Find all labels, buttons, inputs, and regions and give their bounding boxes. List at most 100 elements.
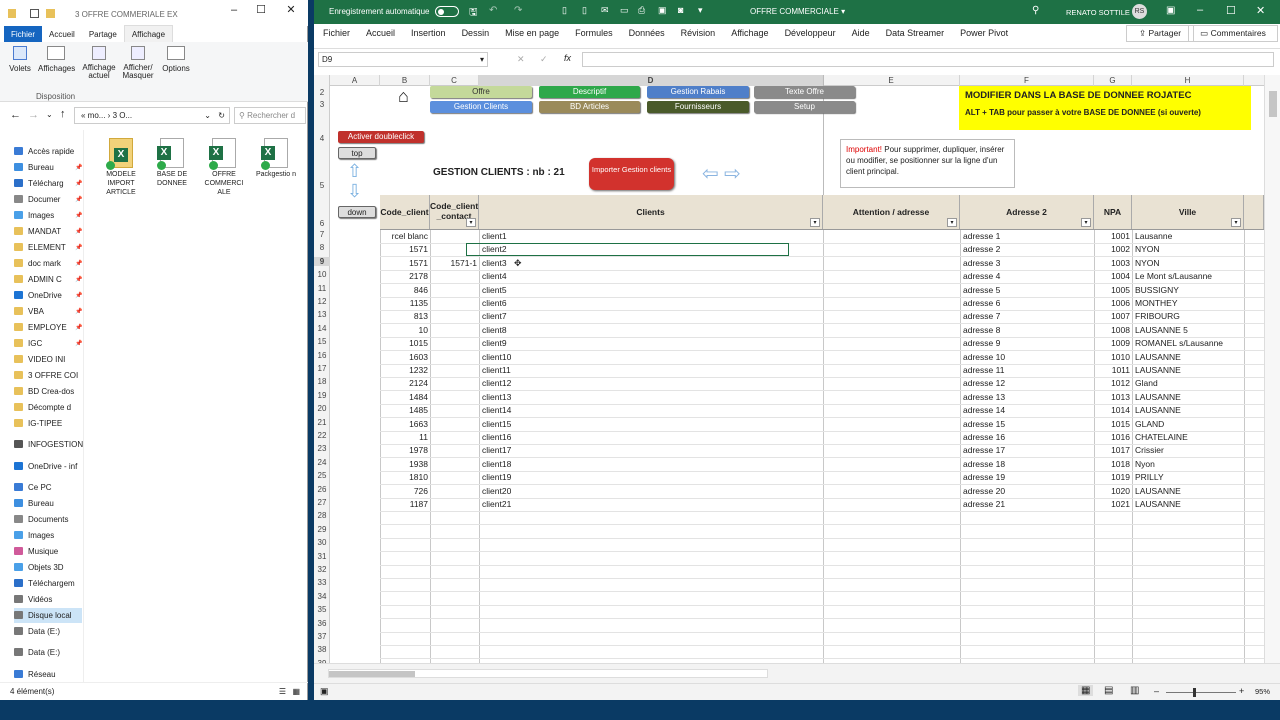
cell-attention[interactable] <box>823 418 960 431</box>
cell-adresse2[interactable]: adresse 21 <box>961 498 1093 511</box>
row-header[interactable]: 22 <box>314 431 330 440</box>
cell-ville[interactable]: Lausanne <box>1133 230 1243 243</box>
email-icon[interactable]: ✉ <box>601 5 609 16</box>
page-layout-icon[interactable]: ▤ <box>1104 685 1113 696</box>
cell-ville[interactable]: LAUSANNE <box>1133 364 1243 377</box>
nav-item[interactable]: Télécharg <box>14 176 84 191</box>
cell-npa[interactable]: 1008 <box>1094 324 1132 337</box>
cell-code-contact[interactable] <box>430 404 479 417</box>
cell-code-contact[interactable] <box>430 351 479 364</box>
row-header[interactable]: 9 <box>314 256 330 266</box>
cell-code-client[interactable]: 1485 <box>380 404 430 417</box>
cell-npa[interactable]: 1007 <box>1094 310 1132 323</box>
row-header[interactable]: 20 <box>314 404 330 413</box>
filter-dropdown-icon[interactable]: ▾ <box>466 218 476 227</box>
row-header[interactable]: 14 <box>314 324 330 333</box>
top-button[interactable]: top <box>338 147 376 159</box>
avatar[interactable]: RS <box>1132 4 1147 19</box>
chevron-down-icon[interactable]: ▾ <box>480 53 484 66</box>
pin-icon[interactable]: 📌 <box>75 164 82 171</box>
cell-client[interactable]: client5 <box>480 284 820 297</box>
cell-npa[interactable]: 1017 <box>1094 444 1132 457</box>
nav-item[interactable]: MANDAT <box>14 224 84 239</box>
cell-client[interactable]: client20 <box>480 485 820 498</box>
pin-icon[interactable]: 📌 <box>75 340 82 347</box>
minimize-icon[interactable]: – <box>1197 4 1203 16</box>
nav-item[interactable]: Data (E:) <box>14 645 84 660</box>
cell-adresse2[interactable]: adresse 4 <box>961 270 1093 283</box>
cell-code-client[interactable]: 813 <box>380 310 430 323</box>
row-header[interactable]: 12 <box>314 297 330 306</box>
column-header-e[interactable]: E <box>823 75 960 86</box>
nav-button-texte-offre[interactable]: Texte Offre <box>754 86 855 98</box>
nav-item[interactable]: Images <box>14 208 84 223</box>
cell-adresse2[interactable]: adresse 17 <box>961 444 1093 457</box>
cell-attention[interactable] <box>823 297 960 310</box>
cell-adresse2[interactable]: adresse 10 <box>961 351 1093 364</box>
nav-item[interactable]: Images <box>14 528 84 543</box>
file-item[interactable]: X Packgestio n <box>255 138 297 179</box>
cell-npa[interactable]: 1002 <box>1094 243 1132 256</box>
pin-icon[interactable]: 📌 <box>75 228 82 235</box>
details-view-icon[interactable]: ☰ <box>279 683 286 701</box>
maximize-icon[interactable]: ☐ <box>254 3 268 17</box>
cell-npa[interactable]: 1013 <box>1094 391 1132 404</box>
cell-client[interactable]: client8 <box>480 324 820 337</box>
cell-npa[interactable]: 1021 <box>1094 498 1132 511</box>
cell-ville[interactable]: LAUSANNE <box>1133 351 1243 364</box>
row-header[interactable]: 34 <box>314 592 330 601</box>
filter-dropdown-icon[interactable]: ▾ <box>810 218 820 227</box>
nav-item[interactable]: Bureau <box>14 496 84 511</box>
nav-button-bd-articles[interactable]: BD Articles <box>539 101 640 113</box>
nav-item[interactable]: Vidéos <box>14 592 84 607</box>
row-header[interactable]: 31 <box>314 552 330 561</box>
column-header-h[interactable]: H <box>1132 75 1244 86</box>
cell-attention[interactable] <box>823 243 960 256</box>
arrow-right-icon[interactable]: ⇨ <box>724 164 741 184</box>
cell-ville[interactable]: GLAND <box>1133 418 1243 431</box>
options-button[interactable]: Options <box>160 46 192 73</box>
cell-adresse2[interactable]: adresse 11 <box>961 364 1093 377</box>
pin-icon[interactable]: 📌 <box>75 324 82 331</box>
cell-client[interactable]: client17 <box>480 444 820 457</box>
cell-code-client[interactable]: 1810 <box>380 471 430 484</box>
cell-code-contact[interactable] <box>430 485 479 498</box>
cell-npa[interactable]: 1015 <box>1094 418 1132 431</box>
excel-titlebar[interactable]: Enregistrement automatique 🖫 ↶ ↷ ▯ ▯ ✉ ▭… <box>314 0 1280 24</box>
row-header[interactable]: 25 <box>314 471 330 480</box>
arrow-down-icon[interactable]: ⇩ <box>347 181 362 202</box>
cell-ville[interactable]: BUSSIGNY <box>1133 284 1243 297</box>
zoom-slider[interactable] <box>1166 688 1236 697</box>
cell-ville[interactable]: LAUSANNE <box>1133 485 1243 498</box>
row-header[interactable]: 7 <box>314 230 330 239</box>
cell-ville[interactable]: LAUSANNE 5 <box>1133 324 1243 337</box>
menu-tab-accueil[interactable]: Accueil <box>366 28 395 38</box>
nav-item[interactable]: 3 OFFRE COI <box>14 368 84 383</box>
cell-client[interactable]: client10 <box>480 351 820 364</box>
column-header-g[interactable]: G <box>1094 75 1132 86</box>
nav-item[interactable]: Documents <box>14 512 84 527</box>
cell-code-client[interactable]: 2124 <box>380 377 430 390</box>
menu-tab-fichier[interactable]: Fichier <box>323 28 350 38</box>
cell-attention[interactable] <box>823 270 960 283</box>
cell-code-contact[interactable] <box>430 270 479 283</box>
cell-ville[interactable]: LAUSANNE <box>1133 404 1243 417</box>
nav-item[interactable]: Bureau <box>14 160 84 175</box>
cell-client[interactable]: client11 <box>480 364 820 377</box>
nav-item[interactable]: INFOGESTION <box>14 437 84 452</box>
pin-icon[interactable]: 📌 <box>75 292 82 299</box>
nav-item[interactable]: Musique <box>14 544 84 559</box>
zoom-out-icon[interactable]: – <box>1154 686 1159 696</box>
cell-attention[interactable] <box>823 431 960 444</box>
row-header[interactable]: 30 <box>314 538 330 547</box>
cell-code-contact[interactable] <box>430 444 479 457</box>
pin-icon[interactable]: 📌 <box>75 260 82 267</box>
nav-item[interactable]: Documer <box>14 192 84 207</box>
nav-button-gestion-clients[interactable]: Gestion Clients <box>430 101 532 113</box>
cell-attention[interactable] <box>823 471 960 484</box>
cell-ville[interactable]: NYON <box>1133 243 1243 256</box>
menu-tab-formules[interactable]: Formules <box>575 28 613 38</box>
namebox[interactable]: D9 ▾ <box>318 52 488 67</box>
pin-icon[interactable]: 📌 <box>75 180 82 187</box>
macro-record-icon[interactable]: ▣ <box>320 686 329 697</box>
